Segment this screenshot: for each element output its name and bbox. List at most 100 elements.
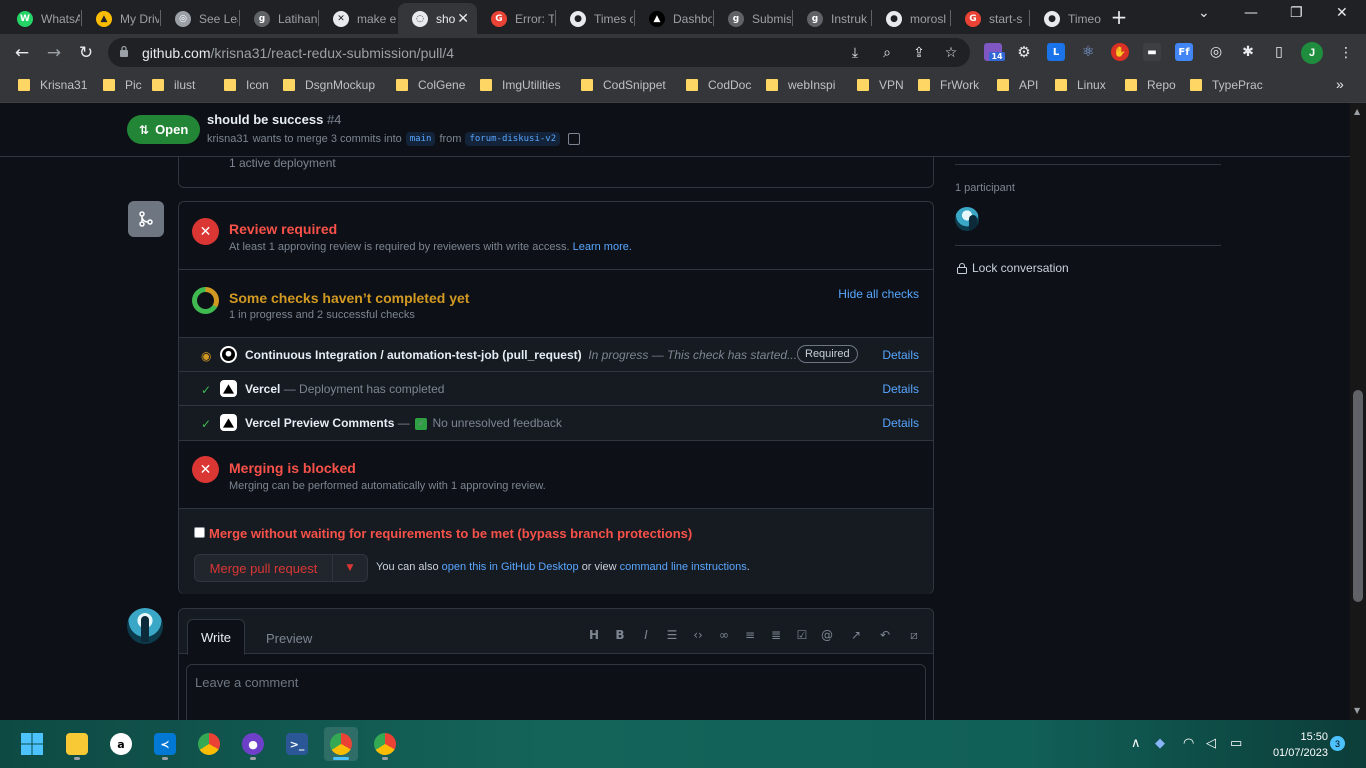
page-scrollbar[interactable]: ▲ ▼: [1350, 103, 1366, 720]
merge-pull-request-button[interactable]: Merge pull request: [194, 554, 333, 582]
taskbar-vscode[interactable]: ≺: [148, 727, 182, 761]
quote-icon[interactable]: ☰: [664, 627, 680, 643]
lock-conversation-link[interactable]: Lock conversation: [957, 261, 1069, 275]
learn-more-link[interactable]: Learn more.: [573, 241, 632, 253]
bookmark-folder[interactable]: ImgUtilities: [480, 78, 561, 92]
unordered-list-icon[interactable]: ≡: [742, 627, 758, 643]
wifi-icon[interactable]: ◠: [1183, 736, 1194, 751]
bookmark-folder[interactable]: DsgnMockup: [283, 78, 375, 92]
bookmark-folder[interactable]: ColGene: [396, 78, 465, 92]
taskbar-github-desktop[interactable]: ●: [236, 727, 270, 761]
l-extension-icon[interactable]: L: [1047, 43, 1065, 61]
close-tab-icon[interactable]: ✕: [457, 11, 469, 27]
browser-tab[interactable]: ▲ My Drive: [82, 3, 159, 34]
notification-badge[interactable]: 3: [1330, 736, 1345, 751]
react-devtools-icon[interactable]: ⚛: [1079, 43, 1097, 61]
check-details-link[interactable]: Details: [882, 382, 919, 396]
taskbar-powershell[interactable]: >_: [280, 727, 314, 761]
bypass-label[interactable]: Merge without waiting for requirements t…: [209, 526, 692, 541]
battery-icon[interactable]: ▭: [1230, 736, 1242, 751]
comment-textarea[interactable]: Leave a comment: [186, 664, 926, 720]
hide-all-checks-link[interactable]: Hide all checks: [838, 287, 919, 301]
bookmark-folder[interactable]: CodSnippet: [581, 78, 666, 92]
browser-tab[interactable]: W WhatsApp: [3, 3, 80, 34]
share-icon[interactable]: ⇪: [910, 44, 928, 62]
bookmark-folder[interactable]: Pic: [103, 78, 142, 92]
new-tab-button[interactable]: +: [1108, 5, 1130, 29]
system-clock[interactable]: 15:50 01/07/2023: [1256, 729, 1328, 761]
browser-tab[interactable]: g Latihan: [240, 3, 317, 34]
restore-icon[interactable]: ❐: [1290, 5, 1303, 21]
address-bar[interactable]: github.com/krisna31/react-redux-submissi…: [108, 38, 970, 67]
target-extension-icon[interactable]: ◎: [1207, 43, 1225, 61]
check-details-link[interactable]: Details: [882, 416, 919, 430]
chrome-menu-icon[interactable]: ⋮: [1334, 41, 1358, 65]
slash-commands-icon[interactable]: ⧄: [906, 627, 922, 643]
start-button[interactable]: [15, 727, 49, 761]
saved-reply-icon[interactable]: ↶: [877, 627, 893, 643]
browser-tab[interactable]: ● Timeo: [1030, 3, 1107, 34]
browser-tab[interactable]: g Instruk: [793, 3, 870, 34]
browser-tab[interactable]: ▲ Dashbo: [635, 3, 712, 34]
back-icon[interactable]: ←: [10, 41, 34, 65]
browser-tab[interactable]: ● Times c: [556, 3, 633, 34]
bookmark-folder[interactable]: ilust: [152, 78, 195, 92]
github-desktop-link[interactable]: open this in GitHub Desktop: [442, 561, 579, 573]
bookmark-folder[interactable]: VPN: [857, 78, 904, 92]
volume-icon[interactable]: ◁: [1206, 736, 1216, 751]
zoom-icon[interactable]: ⌕: [878, 44, 896, 62]
bookmark-folder[interactable]: CodDoc: [686, 78, 751, 92]
forward-icon[interactable]: →: [42, 41, 66, 65]
bookmark-folder[interactable]: Linux: [1055, 78, 1106, 92]
pr-author[interactable]: krisna31: [207, 133, 249, 145]
extensions-puzzle-icon[interactable]: ✱: [1239, 43, 1257, 61]
participant-avatar[interactable]: [955, 207, 979, 231]
heading-icon[interactable]: H: [586, 627, 602, 643]
mention-icon[interactable]: @: [819, 627, 835, 643]
font-extension-icon[interactable]: Ff: [1175, 43, 1193, 61]
base-branch[interactable]: main: [405, 132, 436, 146]
tab-preview[interactable]: Preview: [266, 631, 312, 646]
ordered-list-icon[interactable]: ≣: [768, 627, 784, 643]
hat-extension-icon[interactable]: ▬: [1143, 43, 1161, 61]
tab-write[interactable]: Write: [187, 619, 245, 655]
check-details-link[interactable]: Details: [882, 348, 919, 362]
head-branch[interactable]: forum-diskusi-v2: [465, 132, 561, 146]
taskbar-chrome[interactable]: [192, 727, 226, 761]
task-list-icon[interactable]: ☑: [794, 627, 810, 643]
browser-tab[interactable]: ◎ See Lead: [161, 3, 238, 34]
browser-tab[interactable]: G Error: T: [477, 3, 554, 34]
link-icon[interactable]: ∞: [716, 627, 732, 643]
bookmark-folder[interactable]: Repo: [1125, 78, 1176, 92]
bookmark-folder[interactable]: Icon: [224, 78, 269, 92]
taskbar-file-explorer[interactable]: [60, 727, 94, 761]
browser-tab[interactable]: g Submis: [714, 3, 791, 34]
reload-icon[interactable]: ↻: [74, 41, 98, 65]
bookmark-folder[interactable]: Krisna31: [18, 78, 87, 92]
italic-icon[interactable]: I: [638, 627, 654, 643]
taskbar-chrome-profile-2[interactable]: [368, 727, 402, 761]
bookmark-star-icon[interactable]: ☆: [942, 44, 960, 62]
bold-icon[interactable]: B: [612, 627, 628, 643]
taskbar-chrome-profile-j[interactable]: [324, 727, 358, 761]
close-window-icon[interactable]: ✕: [1336, 5, 1348, 21]
scroll-up-icon[interactable]: ▲: [1354, 107, 1360, 116]
scroll-down-icon[interactable]: ▼: [1354, 706, 1360, 715]
bookmark-folder[interactable]: webInspi: [766, 78, 835, 92]
code-icon[interactable]: ‹›: [690, 627, 706, 643]
settings-extension-icon[interactable]: ⚙: [1015, 43, 1033, 61]
block-extension-icon[interactable]: ✋: [1111, 43, 1129, 61]
tray-overflow-icon[interactable]: ∧: [1131, 736, 1141, 751]
side-panel-icon[interactable]: ▯: [1270, 43, 1288, 61]
tab-search-icon[interactable]: ⌄: [1198, 5, 1210, 21]
browser-tab[interactable]: Gstart-s: [951, 3, 1028, 34]
bookmark-folder[interactable]: API: [997, 78, 1038, 92]
browser-tab[interactable]: ✕ make e: [319, 3, 396, 34]
cross-reference-icon[interactable]: ↗: [848, 627, 864, 643]
bookmark-folder[interactable]: FrWork: [918, 78, 979, 92]
scroll-thumb[interactable]: [1353, 390, 1363, 602]
minimize-icon[interactable]: —: [1244, 5, 1258, 21]
bookmark-folder[interactable]: TypePrac: [1190, 78, 1263, 92]
install-icon[interactable]: ⤓: [846, 44, 864, 62]
taskbar-app-a[interactable]: a: [104, 727, 138, 761]
